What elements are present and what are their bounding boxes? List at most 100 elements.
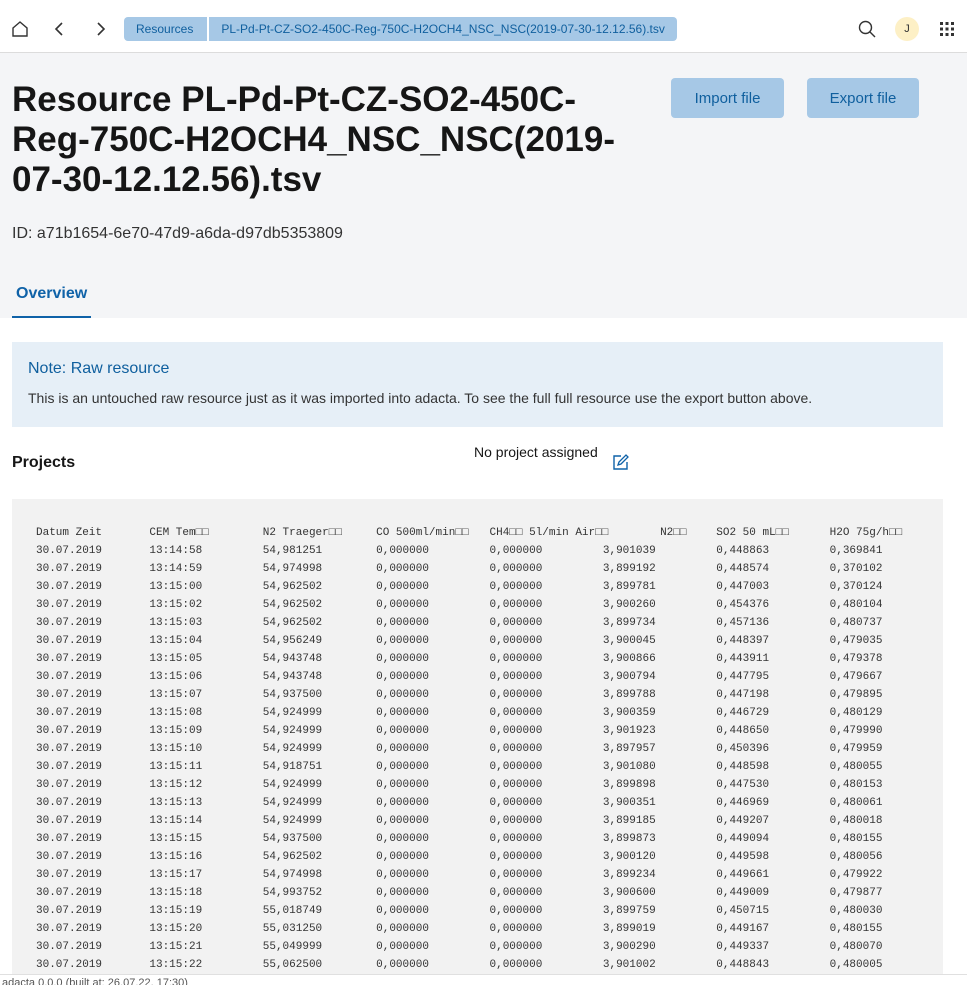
edit-icon [613,454,629,470]
table-row: 30.07.2019 13:15:05 54,943748 0,000000 0,000… [36,650,943,668]
table-cell: 13:15:10 [149,743,203,755]
table-cell: 0,000000 [489,851,543,863]
table-cell: 30.07.2019 [36,851,103,863]
table-row: 30.07.2019 13:15:02 54,962502 0,000000 0,000… [36,596,943,614]
table-cell: 30.07.2019 [36,617,103,629]
table-cell: 30.07.2019 [36,761,103,773]
table-row: 30.07.2019 13:15:00 54,962502 0,000000 0,000… [36,578,943,596]
table-row: 30.07.2019 13:15:22 55,062500 0,000000 0,000… [36,956,943,974]
table-cell: 0,000000 [489,797,543,809]
breadcrumb-resources[interactable]: Resources [124,16,208,41]
table-cell: 30.07.2019 [36,905,103,917]
table-cell: 0,000000 [376,653,429,665]
table-cell: 54,981251 [262,545,323,557]
table-cell: 0,480737 [829,617,883,629]
table-cell: 0,449598 [716,851,770,863]
table-cell: 3,900600 [602,887,656,899]
table-cell: 0,447795 [716,671,770,683]
table-cell: 3,901923 [602,725,656,737]
back-button[interactable] [40,5,80,53]
table-cell: 0,000000 [376,833,429,845]
table-cell: 0,480104 [829,599,883,611]
table-cell: 30.07.2019 [36,815,103,827]
table-cell: 3,899019 [602,923,656,935]
table-cell: 30.07.2019 [36,653,103,665]
column-header: SO2 50 mL□□ [716,527,789,539]
table-cell: 30.07.2019 [36,743,103,755]
table-cell: 0,480061 [829,797,883,809]
table-cell: 13:15:18 [149,887,203,899]
avatar[interactable]: J [895,17,919,41]
table-cell: 0,000000 [489,959,543,971]
raw-data-table: Datum Zeit CEM Tem□□ N2 Traeger□□ CO 500… [12,499,943,975]
forward-button[interactable] [80,5,120,53]
table-cell: 54,943748 [262,653,323,665]
table-cell: 0,000000 [376,707,429,719]
table-row: 30.07.2019 13:14:59 54,974998 0,000000 0,000… [36,560,943,578]
table-cell: 54,924999 [262,815,323,827]
table-cell: 0,000000 [376,905,429,917]
home-button[interactable] [0,5,40,53]
table-cell: 0,449207 [716,815,770,827]
table-cell: 0,000000 [376,887,429,899]
table-cell: 3,900794 [602,671,656,683]
table-row: 30.07.2019 13:14:58 54,981251 0,000000 0,000… [36,542,943,560]
tab-overview[interactable]: Overview [12,274,91,318]
table-cell: 0,000000 [489,689,543,701]
column-header: CO 500ml/min□□ [376,527,469,539]
table-cell: 55,049999 [262,941,323,953]
table-cell: 13:15:15 [149,833,203,845]
table-cell: 13:15:22 [149,959,203,971]
table-cell: 0,480129 [829,707,883,719]
table-cell: 13:15:11 [149,761,203,773]
table-cell: 0,479035 [829,635,883,647]
page-title: Resource PL-Pd-Pt-CZ-SO2-450C-Reg-750C-H… [12,80,615,199]
table-cell: 0,448574 [716,563,770,575]
table-row: 30.07.2019 13:15:16 54,962502 0,000000 0,000… [36,848,943,866]
table-row: 30.07.2019 13:15:11 54,918751 0,000000 0,000… [36,758,943,776]
table-cell: 3,900120 [602,851,656,863]
table-cell: 0,000000 [376,635,429,647]
table-row: 30.07.2019 13:15:09 54,924999 0,000000 0,000… [36,722,943,740]
table-cell: 0,000000 [489,617,543,629]
table-cell: 0,480070 [829,941,883,953]
table-cell: 0,480005 [829,959,883,971]
table-cell: 13:15:05 [149,653,203,665]
table-cell: 30.07.2019 [36,581,103,593]
table-row: 30.07.2019 13:15:14 54,924999 0,000000 0,000… [36,812,943,830]
table-cell: 0,369841 [829,545,883,557]
table-cell: 0,479990 [829,725,883,737]
table-cell: 30.07.2019 [36,671,103,683]
table-cell: 30.07.2019 [36,887,103,899]
table-cell: 0,000000 [489,869,543,881]
table-cell: 0,454376 [716,599,770,611]
table-cell: 30.07.2019 [36,545,103,557]
table-cell: 30.07.2019 [36,779,103,791]
export-file-button[interactable]: Export file [807,78,919,118]
table-cell: 30.07.2019 [36,959,103,971]
breadcrumb-current-resource[interactable]: PL-Pd-Pt-CZ-SO2-450C-Reg-750C-H2OCH4_NSC… [209,16,677,41]
app-switcher-button[interactable] [927,5,967,53]
table-cell: 0,479378 [829,653,883,665]
table-cell: 0,480155 [829,833,883,845]
column-header: Datum Zeit [36,527,103,539]
search-button[interactable] [847,5,887,53]
import-file-button[interactable]: Import file [671,78,784,118]
table-cell: 13:15:17 [149,869,203,881]
table-cell: 3,900045 [602,635,656,647]
table-cell: 54,924999 [262,779,323,791]
table-cell: 13:15:09 [149,725,203,737]
table-cell: 0,000000 [489,761,543,773]
table-cell: 3,899734 [602,617,656,629]
table-cell: 54,924999 [262,707,323,719]
column-header: CH4□□ 5l/min Air□□ [489,527,609,539]
table-cell: 30.07.2019 [36,869,103,881]
edit-projects-button[interactable] [612,454,629,476]
table-cell: 0,000000 [376,869,429,881]
table-cell: 13:15:00 [149,581,203,593]
table-cell: 0,000000 [489,833,543,845]
table-cell: 13:14:59 [149,563,203,575]
table-cell: 54,962502 [262,599,323,611]
table-cell: 0,447198 [716,689,770,701]
header-actions: J [847,5,967,53]
